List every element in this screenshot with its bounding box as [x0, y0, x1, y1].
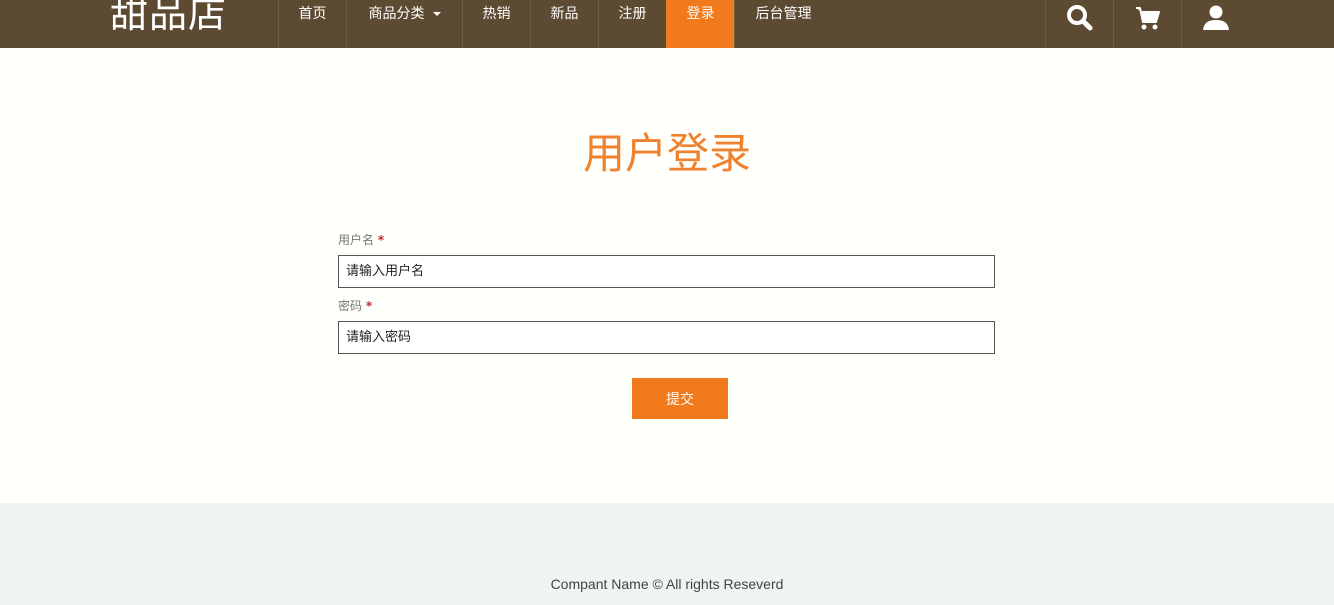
header-icons	[1045, 0, 1249, 48]
cart-icon	[1135, 7, 1160, 30]
nav-item-label: 商品分类	[368, 6, 425, 22]
nav-item-admin[interactable]: 后台管理	[734, 0, 832, 48]
footer: Compant Name © All rights Reseverd	[0, 503, 1334, 605]
nav-item-new[interactable]: 新品	[530, 0, 598, 48]
password-label: 密码 *	[338, 298, 372, 314]
nav-item-home[interactable]: 首页	[278, 0, 346, 48]
main-nav: 首页 商品分类 热销 新品 注册 登录 后台管理	[278, 0, 832, 48]
nav-item-register[interactable]: 注册	[598, 0, 666, 48]
username-label: 用户名 *	[338, 232, 384, 248]
nav-item-label: 后台管理	[755, 6, 812, 22]
nav-item-label: 注册	[618, 6, 647, 22]
search-button[interactable]	[1045, 0, 1113, 48]
user-icon	[1202, 5, 1229, 30]
password-input[interactable]	[338, 321, 995, 354]
top-navbar: 甜品店 首页 商品分类 热销 新品 注册 登录 后台管理	[0, 0, 1334, 48]
nav-item-hot[interactable]: 热销	[462, 0, 530, 48]
required-mark: *	[377, 233, 385, 247]
search-icon	[1066, 5, 1092, 31]
nav-item-login[interactable]: 登录	[666, 0, 734, 48]
user-button[interactable]	[1181, 0, 1249, 48]
nav-item-label: 首页	[298, 6, 327, 22]
nav-item-label: 登录	[686, 6, 715, 22]
cart-button[interactable]	[1113, 0, 1181, 48]
nav-item-label: 热销	[482, 6, 511, 22]
site-logo[interactable]: 甜品店	[110, 0, 227, 40]
username-label-text: 用户名	[338, 233, 375, 247]
nav-item-categories[interactable]: 商品分类	[346, 0, 462, 48]
copyright-text: Compant Name © All rights Reseverd	[550, 576, 784, 592]
page-title: 用户登录	[582, 129, 751, 178]
caret-down-icon	[432, 12, 441, 16]
password-label-text: 密码	[338, 299, 363, 313]
required-mark: *	[365, 299, 373, 313]
username-input[interactable]	[338, 255, 995, 288]
nav-item-label: 新品	[550, 6, 579, 22]
submit-button[interactable]: 提交	[632, 378, 728, 419]
